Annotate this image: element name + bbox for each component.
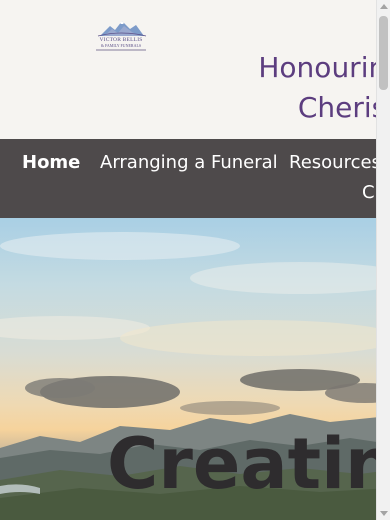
- logo-tagline-bar: [96, 49, 146, 51]
- logo-subtitle: & FAMILY FUNERALS: [100, 43, 142, 48]
- nav-item-resources[interactable]: Resources: [289, 152, 381, 173]
- page-scrollbar[interactable]: [376, 0, 390, 520]
- tagline-line-1: Honouring: [258, 51, 390, 84]
- nav-item-arranging-a-funeral[interactable]: Arranging a Funeral: [100, 152, 278, 173]
- tagline-line-2: Cherish: [297, 91, 390, 124]
- mountain-logo-icon: [97, 21, 147, 37]
- hero-banner: Creating: [0, 218, 390, 520]
- hero-title: Creating: [107, 423, 390, 505]
- main-nav: Home Arranging a Funeral Resources C: [0, 139, 390, 218]
- scroll-thumb[interactable]: [379, 16, 388, 90]
- scroll-up-arrow-icon[interactable]: [380, 4, 388, 9]
- nav-item-contact[interactable]: C: [362, 182, 375, 203]
- scroll-down-arrow-icon[interactable]: [380, 511, 388, 516]
- nav-item-home[interactable]: Home: [22, 152, 80, 173]
- header-tagline: Honouring Cherish: [258, 48, 390, 128]
- site-header: VICTOR BELLIS & FAMILY FUNERALS Honourin…: [0, 0, 390, 139]
- site-logo[interactable]: VICTOR BELLIS & FAMILY FUNERALS: [94, 18, 148, 54]
- page: VICTOR BELLIS & FAMILY FUNERALS Honourin…: [0, 0, 390, 520]
